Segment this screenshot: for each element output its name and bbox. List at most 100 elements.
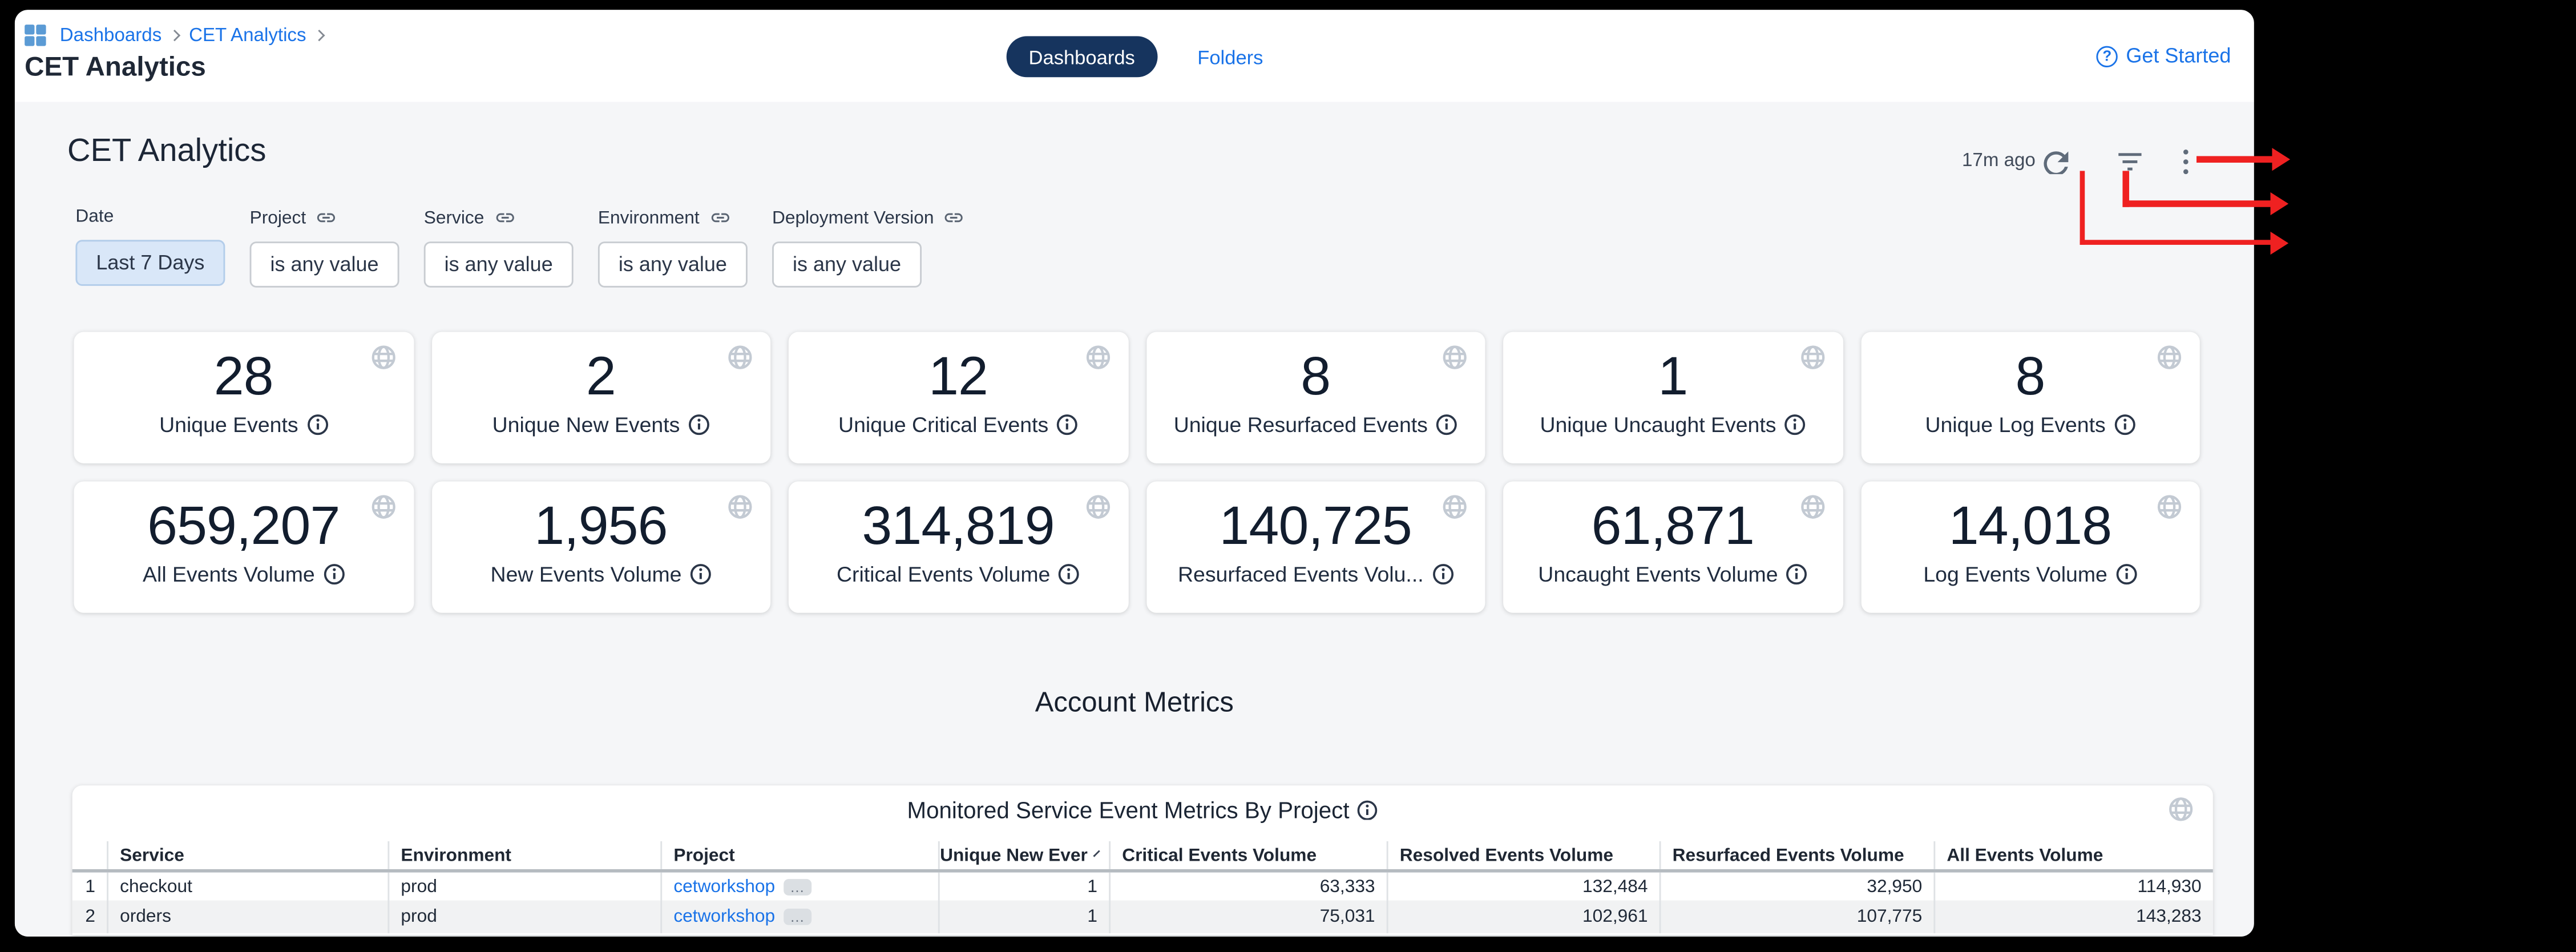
- kpi-tile-all-events-volume[interactable]: 659,207 All Events Volume: [74, 481, 413, 612]
- filter-service-label: Service: [424, 208, 484, 228]
- kebab-menu-icon[interactable]: [2183, 150, 2189, 174]
- kpi-row-1: 28 Unique Events 2 Unique New Events 12 …: [74, 332, 2200, 463]
- kpi-tile-resurfaced-events-volume[interactable]: 140,725 Resurfaced Events Volu...: [1146, 481, 1485, 612]
- dashboards-grid-icon[interactable]: [25, 25, 47, 47]
- metrics-table: Service Environment Project Unique New E…: [72, 841, 2213, 933]
- filter-environment-chip[interactable]: is any value: [598, 241, 748, 288]
- col-resolved-events-volume[interactable]: Resolved Events Volume: [1388, 841, 1661, 869]
- filter-service: Service is any value: [424, 207, 574, 288]
- ellipsis-menu-icon[interactable]: …: [784, 878, 811, 895]
- kpi-tile-unique-log-events[interactable]: 8 Unique Log Events: [1860, 332, 2199, 463]
- kpi-value: 1,956: [431, 496, 770, 555]
- info-icon[interactable]: [1432, 564, 1453, 585]
- kpi-value: 14,018: [1860, 496, 2199, 555]
- kpi-tile-unique-critical-events[interactable]: 12 Unique Critical Events: [789, 332, 1128, 463]
- col-unique-new-events[interactable]: Unique New Ever: [940, 841, 1111, 869]
- tab-dashboards[interactable]: Dashboards: [1006, 36, 1158, 77]
- globe-icon: [2169, 797, 2193, 821]
- filter-icon[interactable]: [2118, 150, 2142, 171]
- col-resurfaced-events-volume[interactable]: Resurfaced Events Volume: [1661, 841, 1935, 869]
- kpi-label: Unique Uncaught Events: [1540, 413, 1776, 437]
- breadcrumb-dashboards[interactable]: Dashboards: [60, 26, 162, 46]
- info-icon[interactable]: [1057, 414, 1078, 435]
- globe-icon: [728, 345, 752, 370]
- info-icon[interactable]: [690, 564, 711, 585]
- project-link[interactable]: cetworkshop: [673, 877, 775, 897]
- cell-critical-events-volume: 75,031: [1111, 901, 1388, 934]
- filter-project-chip[interactable]: is any value: [250, 241, 399, 288]
- filter-environment: Environment is any value: [598, 207, 748, 288]
- kpi-tile-log-events-volume[interactable]: 14,018 Log Events Volume: [1860, 481, 2199, 612]
- filter-date: Date Last 7 Days: [75, 207, 225, 286]
- kpi-value: 2: [431, 346, 770, 406]
- col-environment[interactable]: Environment: [389, 841, 662, 869]
- col-all-events-volume[interactable]: All Events Volume: [1935, 841, 2213, 869]
- kpi-tile-new-events-volume[interactable]: 1,956 New Events Volume: [431, 481, 770, 612]
- info-icon[interactable]: [323, 564, 344, 585]
- row-number-header: [72, 841, 108, 869]
- project-link[interactable]: cetworkshop: [673, 907, 775, 927]
- info-icon[interactable]: [1784, 414, 1806, 435]
- kpi-tile-unique-events[interactable]: 28 Unique Events: [74, 332, 413, 463]
- kpi-value: 12: [789, 346, 1128, 406]
- kpi-tile-unique-new-events[interactable]: 2 Unique New Events: [431, 332, 770, 463]
- kpi-value: 659,207: [74, 496, 413, 555]
- col-project[interactable]: Project: [662, 841, 940, 869]
- get-started-button[interactable]: ? Get Started: [2097, 45, 2231, 67]
- kpi-label: Unique New Events: [492, 413, 680, 437]
- info-icon[interactable]: [1059, 564, 1080, 585]
- filter-deployment-version-chip[interactable]: is any value: [772, 241, 922, 288]
- link-icon: [709, 207, 730, 228]
- kpi-tile-critical-events-volume[interactable]: 314,819 Critical Events Volume: [789, 481, 1128, 612]
- cell-all-events-volume: 143,283: [1935, 901, 2213, 934]
- cell-unique-new-events: 1: [940, 901, 1111, 934]
- globe-icon: [2157, 495, 2182, 519]
- chevron-right-icon: [170, 30, 181, 41]
- info-icon[interactable]: [306, 414, 328, 435]
- app-header: Dashboards CET Analytics CET Analytics D…: [15, 10, 2254, 102]
- info-icon[interactable]: [1436, 414, 1457, 435]
- info-icon[interactable]: [1358, 800, 1378, 820]
- ellipsis-menu-icon[interactable]: …: [784, 909, 811, 925]
- link-icon: [316, 207, 337, 228]
- filter-date-label: Date: [75, 207, 114, 227]
- kpi-label: Resurfaced Events Volu...: [1178, 562, 1424, 587]
- kpi-label: Unique Log Events: [1925, 413, 2105, 437]
- breadcrumb-cet-analytics[interactable]: CET Analytics: [189, 26, 306, 46]
- cell-resolved-events-volume: 102,961: [1388, 901, 1661, 934]
- col-critical-events-volume[interactable]: Critical Events Volume: [1111, 841, 1388, 869]
- globe-icon: [1085, 345, 1109, 370]
- info-icon[interactable]: [2115, 564, 2137, 585]
- globe-icon: [728, 495, 752, 519]
- cell-project: cetworkshop …: [662, 873, 940, 901]
- filter-environment-label: Environment: [598, 208, 700, 228]
- kpi-label: Unique Events: [159, 413, 298, 437]
- info-icon[interactable]: [688, 414, 709, 435]
- globe-icon: [2157, 345, 2182, 370]
- kpi-value: 1: [1503, 346, 1842, 406]
- filter-service-chip[interactable]: is any value: [424, 241, 574, 288]
- table-row: 2 orders prod cetworkshop … 1 75,031 102…: [72, 901, 2213, 934]
- tab-folders[interactable]: Folders: [1197, 45, 1263, 68]
- col-service[interactable]: Service: [108, 841, 389, 869]
- kpi-label: Log Events Volume: [1923, 562, 2107, 587]
- dashboard-title: CET Analytics: [67, 133, 266, 171]
- globe-icon: [1443, 345, 1467, 370]
- filter-project-label: Project: [250, 208, 306, 228]
- kpi-value: 28: [74, 346, 413, 406]
- cell-environment: prod: [389, 901, 662, 934]
- refresh-icon[interactable]: [2042, 148, 2068, 174]
- app-window: Dashboards CET Analytics CET Analytics D…: [15, 10, 2254, 935]
- kpi-value: 314,819: [789, 496, 1128, 555]
- filter-deployment-version-label: Deployment Version: [772, 208, 934, 228]
- info-icon[interactable]: [2114, 414, 2135, 435]
- filter-deployment-version: Deployment Version is any value: [772, 207, 965, 288]
- table-header-row: Service Environment Project Unique New E…: [72, 841, 2213, 873]
- kpi-tile-unique-resurfaced-events[interactable]: 8 Unique Resurfaced Events: [1146, 332, 1485, 463]
- help-circle-icon: ?: [2097, 45, 2118, 66]
- cell-service: checkout: [108, 873, 389, 901]
- filter-date-chip[interactable]: Last 7 Days: [75, 240, 225, 286]
- kpi-tile-unique-uncaught-events[interactable]: 1 Unique Uncaught Events: [1503, 332, 1842, 463]
- info-icon[interactable]: [1786, 564, 1807, 585]
- kpi-tile-uncaught-events-volume[interactable]: 61,871 Uncaught Events Volume: [1503, 481, 1842, 612]
